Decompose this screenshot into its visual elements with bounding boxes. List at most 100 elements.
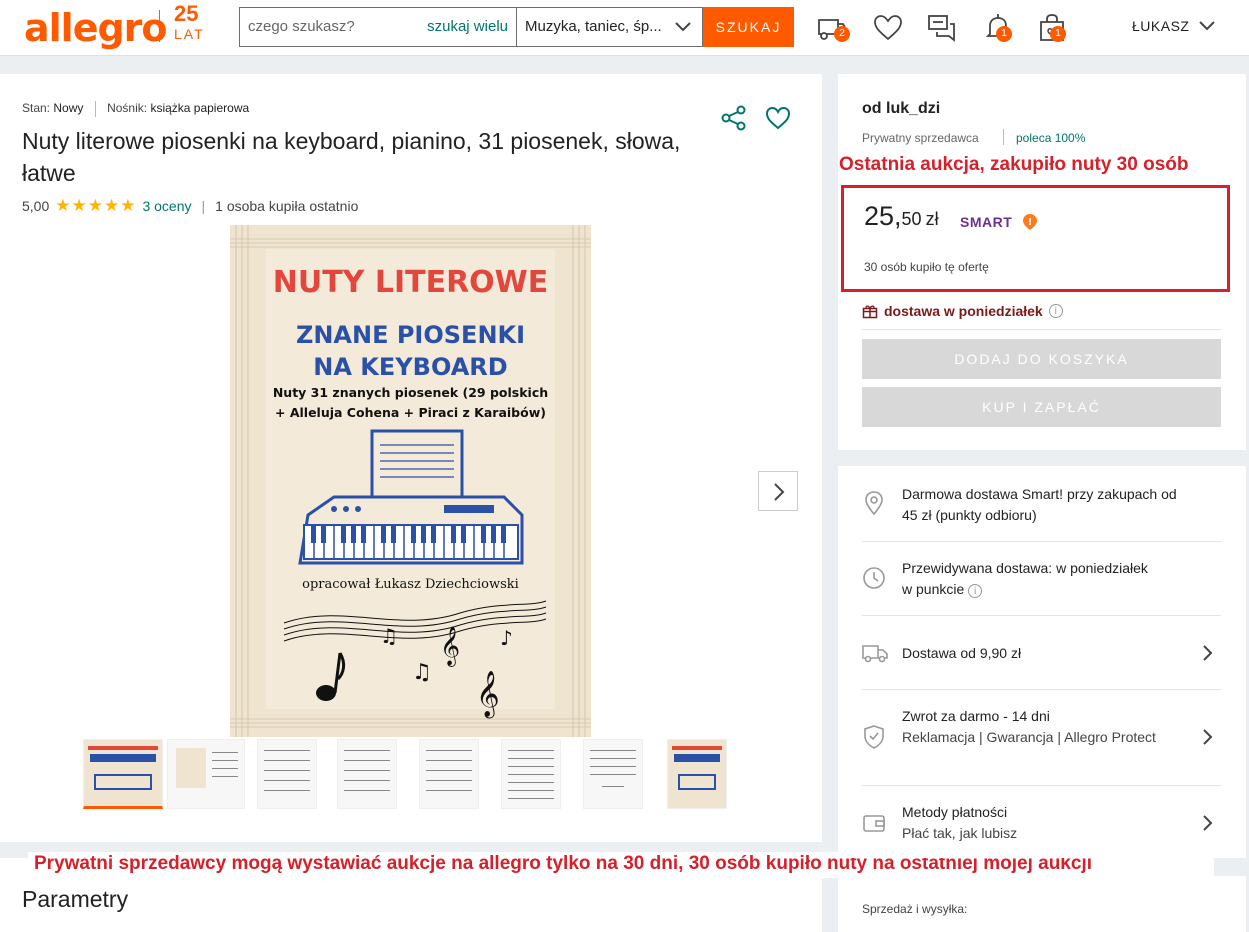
ratings-link[interactable]: 3 oceny: [142, 198, 191, 214]
meta-divider: [94, 101, 96, 117]
payment-methods-row[interactable]: Metody płatności Płać tak, jak lubisz: [862, 802, 1221, 846]
parameters-title: Parametry: [22, 886, 129, 912]
thumbnail[interactable]: [257, 739, 317, 809]
search-placeholder: czego szukasz?: [248, 18, 355, 35]
location-pin-icon: [865, 491, 883, 516]
returns-title: Zwrot za darmo - 14 dni: [902, 708, 1050, 724]
search-button[interactable]: SZUKAJ: [703, 7, 794, 47]
payment-methods-title: Metody płatności: [902, 804, 1008, 820]
product-image[interactable]: NUTY LITEROWE ZNANE PIOSENKI NA KEYBOARD…: [230, 225, 591, 737]
thumbnail[interactable]: [583, 739, 643, 809]
orders-bag-icon[interactable]: 1: [1036, 12, 1068, 44]
delivery-day: dostawa w poniedziałek i: [862, 303, 1063, 319]
logo-divider: [159, 10, 160, 42]
divider: [862, 541, 1221, 542]
free-delivery-text: Darmowa dostawa Smart! przy zakupach od …: [902, 486, 1177, 523]
price-currency: zł: [925, 209, 939, 229]
price: 25,50 zł: [864, 201, 939, 232]
thumbnail[interactable]: [501, 739, 561, 809]
chevron-right-icon: [1203, 645, 1213, 661]
buy-now-button[interactable]: KUP I ZAPŁAĆ: [862, 387, 1221, 427]
returns-row[interactable]: Zwrot za darmo - 14 dni Reklamacja | Gwa…: [862, 706, 1221, 770]
cover-subtitle-line: ZNANE PIOSENKI: [295, 321, 526, 349]
free-delivery-row: Darmowa dostawa Smart! przy zakupach od …: [862, 484, 1221, 540]
cart-badge: 2: [834, 26, 850, 42]
music-notes-icon: 𝄞 𝄞 ♫ ♪ ♫: [283, 600, 547, 719]
returns-subtitle: Reklamacja | Gwarancja | Allegro Protect: [902, 729, 1156, 745]
thumbnail[interactable]: [337, 739, 397, 809]
smart-label[interactable]: SMART: [960, 214, 1012, 230]
heart-icon[interactable]: [872, 12, 904, 44]
next-image-button[interactable]: [758, 471, 798, 511]
user-menu[interactable]: ŁUKASZ: [1132, 18, 1189, 34]
product-meta: Stan: Nowy Nośnik: książka papierowa: [22, 101, 249, 117]
wallet-icon: [863, 815, 885, 832]
chevron-right-icon: [774, 483, 785, 501]
svg-text:♫: ♫: [412, 660, 432, 685]
rating-row: 5,00 ★★★★★ 3 oceny | 1 osoba kupiła osta…: [22, 196, 358, 216]
price-cents: 50: [901, 209, 922, 229]
bell-icon[interactable]: 1: [982, 12, 1014, 44]
sales-shipping-label: Sprzedaż i wysyłka:: [862, 902, 968, 916]
divider: [862, 785, 1221, 786]
delivery-cost-row[interactable]: Dostawa od 9,90 zł: [862, 632, 1221, 676]
medium-label: Nośnik:: [107, 101, 148, 116]
buy-box: od luk_dzi Prywatny sprzedawca poleca 10…: [838, 74, 1246, 450]
condition-label: Stan:: [22, 101, 51, 116]
recent-buyers: 1 osoba kupiła ostatnio: [215, 198, 359, 214]
svg-text:𝄞: 𝄞: [440, 626, 460, 667]
product-title: Nuty literowe piosenki na keyboard, pian…: [22, 128, 681, 186]
thumbnail[interactable]: [83, 739, 163, 809]
expected-delivery-text: Przewidywana dostawa: w poniedziałek w p…: [902, 558, 1192, 600]
star-rating-icon: ★★★★★: [55, 196, 137, 215]
chevron-right-icon: [1203, 815, 1213, 831]
orders-badge: 1: [1050, 26, 1066, 42]
share-icon[interactable]: [720, 104, 748, 132]
messages-icon[interactable]: [926, 12, 958, 44]
divider: [862, 689, 1221, 690]
clock-icon: [863, 567, 885, 589]
chevron-down-icon[interactable]: [1198, 16, 1216, 36]
thumbnail[interactable]: [419, 739, 479, 809]
allegro-logo[interactable]: allegro: [24, 6, 168, 50]
top-header: allegro 25 LAT czego szukasz? szukaj wie…: [0, 0, 1249, 56]
last-auction-note: Ostatnia aukcja, zakupiło nuty 30 osób: [839, 154, 1189, 175]
category-select[interactable]: Muzyka, taniec, śp...: [517, 7, 703, 47]
seller-type: Prywatny sprzedawca: [862, 131, 979, 145]
cover-subtitle: ZNANE PIOSENKI NA KEYBOARD: [230, 319, 591, 383]
chevron-right-icon: [1203, 729, 1213, 745]
payment-methods-text: Metody płatności Płać tak, jak lubisz: [902, 802, 1192, 844]
info-icon[interactable]: i: [1048, 304, 1063, 318]
cover-title: NUTY LITEROWE: [272, 265, 549, 300]
divider: [862, 615, 1221, 616]
search-input[interactable]: czego szukasz? szukaj wielu: [239, 7, 517, 47]
thumbnail[interactable]: [167, 739, 245, 809]
returns-text: Zwrot za darmo - 14 dni Reklamacja | Gwa…: [902, 706, 1192, 748]
rating-divider: |: [201, 198, 206, 214]
cover-description: Nuty 31 znanych piosenek (29 polskich + …: [230, 383, 591, 423]
info-icon[interactable]: i: [968, 584, 983, 598]
expected-delivery-where: w punkcie i: [902, 579, 1192, 600]
rating-value: 5,00: [22, 198, 50, 214]
cover-description-line: Nuty 31 znanych piosenek (29 polskich: [272, 385, 549, 400]
expected-delivery-line: Przewidywana dostawa: w poniedziałek: [902, 560, 1148, 576]
chevron-down-icon: [675, 22, 691, 32]
svg-text:!: !: [1028, 217, 1033, 228]
seller-recommendation[interactable]: poleca 100%: [1016, 131, 1085, 145]
search-many-link[interactable]: szukaj wielu: [427, 18, 508, 35]
svg-text:♪: ♪: [500, 626, 513, 650]
seller-name[interactable]: od luk_dzi: [862, 100, 940, 118]
add-to-cart-button[interactable]: DODAJ DO KOSZYKA: [862, 339, 1221, 379]
cover-subtitle-line: NA KEYBOARD: [313, 353, 508, 381]
heart-icon[interactable]: [764, 104, 792, 132]
svg-text:𝄞: 𝄞: [476, 671, 500, 719]
price-whole: 25,: [864, 201, 902, 231]
truck-icon: [862, 645, 888, 663]
anniversary-badge: 25 LAT: [174, 3, 205, 44]
category-value: Muzyka, taniec, śp...: [525, 18, 662, 35]
thumbnail[interactable]: [667, 739, 727, 809]
cart-icon[interactable]: 2: [816, 12, 850, 44]
seller-divider: [1003, 129, 1004, 145]
bought-count: 30 osób kupiło tę ofertę: [864, 260, 989, 274]
condition-value: Nowy: [53, 101, 84, 116]
